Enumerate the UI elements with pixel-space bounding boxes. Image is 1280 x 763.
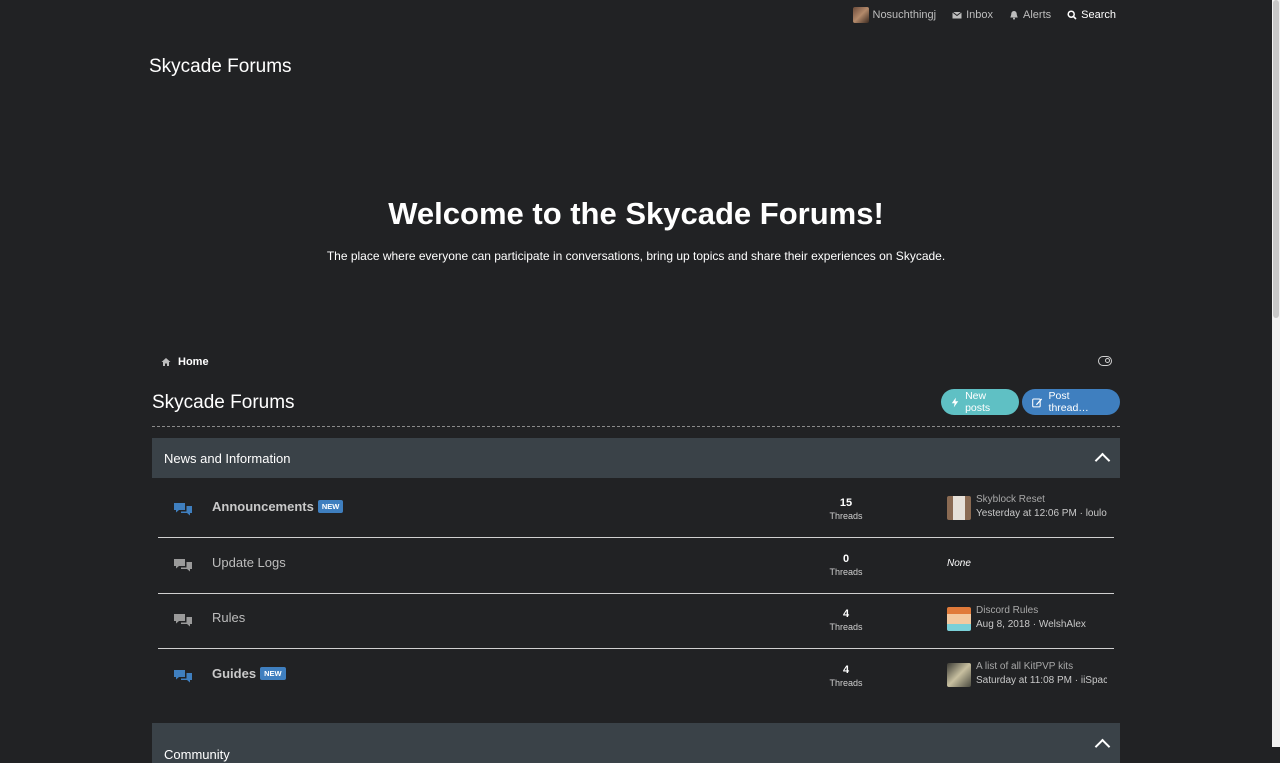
forum-row[interactable]: Update Logs 0 Threads None (158, 539, 1114, 594)
thread-count-label: Threads (829, 622, 863, 632)
latest-post-meta: Aug 8, 2018 · WelshAlex (976, 619, 1086, 630)
forum-row[interactable]: Announcements NEW 15 Threads Skyblock Re… (158, 483, 1114, 538)
forum-stats: 15 Threads (818, 497, 874, 521)
latest-post-avatar[interactable] (947, 496, 971, 520)
alerts-label: Alerts (1023, 9, 1052, 21)
new-posts-button[interactable]: New posts (941, 389, 1019, 415)
thread-count-label: Threads (829, 678, 863, 688)
page-scrollbar[interactable] (1272, 0, 1280, 747)
inbox-link[interactable]: Inbox (952, 7, 993, 23)
comments-icon (174, 614, 192, 627)
latest-post-none: None (947, 558, 971, 569)
account-link[interactable]: Nosuchthingj (852, 7, 937, 23)
category-header[interactable]: News and Information (152, 438, 1120, 478)
category-title: Community (164, 746, 230, 762)
account-username: Nosuchthingj (872, 9, 937, 21)
comments-icon (174, 670, 192, 683)
post-thread-label: Post thread… (1048, 390, 1089, 414)
search-link[interactable]: Search (1067, 7, 1116, 23)
category-title: News and Information (164, 450, 291, 466)
hero-subtitle: The place where everyone can participate… (326, 249, 946, 263)
page-title: Skycade Forums (152, 392, 295, 413)
forum-title-text: Rules (212, 610, 246, 625)
latest-post-title[interactable]: Discord Rules (976, 605, 1038, 616)
forum-row[interactable]: Guides NEW 4 Threads A list of all KitPV… (158, 650, 1114, 705)
top-navigation: Nosuchthingj Inbox Alerts Search (852, 7, 1116, 23)
envelope-icon (952, 11, 962, 19)
thread-count-label: Threads (829, 567, 863, 577)
thread-count: 4 (842, 664, 850, 676)
forum-title-text: Announcements (212, 499, 314, 514)
post-thread-button[interactable]: Post thread… (1022, 389, 1120, 415)
alerts-link[interactable]: Alerts (1009, 7, 1051, 23)
new-posts-label: New posts (965, 390, 991, 414)
forum-stats: 4 Threads (818, 664, 874, 688)
thread-count: 0 (842, 553, 850, 565)
latest-post-title[interactable]: Skyblock Reset (976, 494, 1045, 505)
search-label: Search (1081, 9, 1116, 21)
style-toggle-icon[interactable] (1098, 356, 1112, 366)
latest-post-meta: Yesterday at 12:06 PM · louloi (976, 508, 1107, 519)
top-bar: Nosuchthingj Inbox Alerts Search (0, 0, 1272, 30)
forum-title[interactable]: Update Logs (212, 555, 286, 570)
forum-stats: 4 Threads (818, 608, 874, 632)
thread-count: 15 (839, 497, 853, 509)
category-header[interactable]: Community (152, 723, 1120, 763)
edit-icon (1032, 397, 1043, 407)
forum-title-text: Guides (212, 666, 257, 681)
new-badge: NEW (260, 667, 286, 680)
scrollbar-thumb[interactable] (1273, 0, 1279, 318)
main-content: Home Skycade Forums New posts Post threa… (152, 340, 1120, 763)
bell-icon (1010, 11, 1018, 20)
title-divider (152, 426, 1120, 427)
breadcrumb: Home (161, 356, 209, 368)
site-logo-title[interactable]: Skycade Forums (149, 56, 292, 78)
forum-title[interactable]: Announcements NEW (212, 499, 344, 514)
lightning-icon (951, 397, 959, 407)
latest-post-title[interactable]: A list of all KitPVP kits (976, 661, 1073, 672)
comments-icon (174, 503, 192, 516)
search-icon (1067, 10, 1077, 20)
latest-post-avatar[interactable] (947, 607, 971, 631)
forum-stats: 0 Threads (818, 553, 874, 577)
chevron-up-icon[interactable] (1094, 452, 1111, 469)
thread-count: 4 (842, 608, 850, 620)
thread-count-label: Threads (829, 511, 863, 521)
inbox-label: Inbox (966, 9, 994, 21)
forum-title[interactable]: Rules (212, 610, 245, 625)
user-avatar (852, 7, 869, 23)
breadcrumb-home[interactable]: Home (178, 356, 209, 368)
latest-post-meta: Saturday at 11:08 PM · iiSpace (976, 675, 1107, 686)
new-badge: NEW (317, 500, 344, 513)
forum-title[interactable]: Guides NEW (212, 666, 286, 681)
comments-icon (174, 559, 192, 572)
forum-title-text: Update Logs (212, 555, 286, 570)
home-icon (161, 358, 171, 366)
hero-title: Welcome to the Skycade Forums! (388, 196, 884, 231)
forum-row[interactable]: Rules 4 Threads Discord Rules Aug 8, 201… (158, 594, 1114, 649)
latest-post-avatar[interactable] (947, 663, 971, 687)
